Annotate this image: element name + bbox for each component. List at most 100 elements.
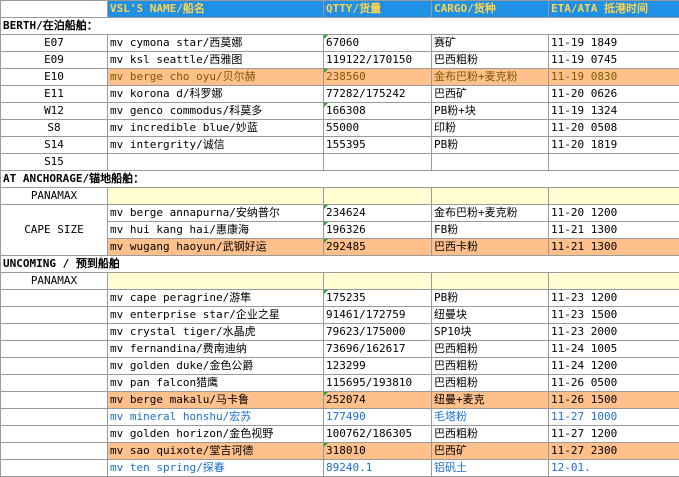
vessel-cell[interactable]: mv wugang haoyun/武钢好运 (108, 239, 324, 256)
vessel-cell[interactable] (108, 188, 324, 205)
cargo-cell[interactable]: 巴西粗粉 (432, 52, 549, 69)
cargo-cell[interactable]: 巴西粗粉 (432, 426, 549, 443)
cargo-cell[interactable] (432, 154, 549, 171)
quantity-cell[interactable]: 234624 (324, 205, 432, 222)
blank-cell[interactable] (1, 358, 108, 375)
quantity-cell[interactable]: 175235 (324, 290, 432, 307)
section-title-anchorage[interactable]: AT ANCHORAGE/锚地船舶： (1, 171, 324, 188)
berth-cell[interactable]: S14 (1, 137, 108, 154)
vessel-cell[interactable]: mv cape peragrine/游隼 (108, 290, 324, 307)
cargo-cell[interactable] (432, 188, 549, 205)
quantity-cell[interactable]: 238560 (324, 69, 432, 86)
blank-cell[interactable] (1, 443, 108, 460)
quantity-cell[interactable]: 115695/193810 (324, 375, 432, 392)
eta-cell[interactable]: 11-23 1500 (549, 307, 679, 324)
cargo-cell[interactable]: PB粉+块 (432, 103, 549, 120)
eta-cell[interactable]: 11-20 1819 (549, 137, 679, 154)
section-blank[interactable] (324, 171, 679, 188)
cargo-cell[interactable]: 巴西矿 (432, 443, 549, 460)
quantity-cell[interactable]: 177490 (324, 409, 432, 426)
eta-cell[interactable]: 11-19 0745 (549, 52, 679, 69)
eta-cell[interactable]: 11-23 2000 (549, 324, 679, 341)
eta-cell[interactable]: 11-20 0626 (549, 86, 679, 103)
berth-cell[interactable]: E07 (1, 35, 108, 52)
quantity-cell[interactable]: 123299 (324, 358, 432, 375)
cargo-cell[interactable]: 赛矿 (432, 35, 549, 52)
header-vessel-name[interactable]: VSL'S NAME/船名 (108, 1, 324, 18)
vessel-cell[interactable]: mv berge cho oyu/贝尔赫 (108, 69, 324, 86)
header-cell-blank[interactable] (1, 1, 108, 18)
vessel-cell[interactable]: mv ten spring/探春 (108, 460, 324, 477)
eta-cell[interactable]: 11-24 1200 (549, 358, 679, 375)
vessel-cell[interactable]: mv hui kang hai/惠康海 (108, 222, 324, 239)
vessel-class-panamax[interactable]: PANAMAX (1, 273, 108, 290)
eta-cell[interactable]: 11-19 1849 (549, 35, 679, 52)
blank-cell[interactable] (1, 392, 108, 409)
eta-cell[interactable]: 11-21 1300 (549, 239, 679, 256)
eta-cell[interactable]: 11-19 0830 (549, 69, 679, 86)
cargo-cell[interactable]: 纽曼+麦克 (432, 392, 549, 409)
eta-cell[interactable]: 11-27 1000 (549, 409, 679, 426)
blank-cell[interactable] (1, 460, 108, 477)
quantity-cell[interactable]: 73696/162617 (324, 341, 432, 358)
vessel-cell[interactable]: mv golden duke/金色公爵 (108, 358, 324, 375)
header-quantity[interactable]: QTTY/货量 (324, 1, 432, 18)
section-blank[interactable] (324, 18, 679, 35)
vessel-cell[interactable]: mv sao quixote/堂吉诃德 (108, 443, 324, 460)
blank-cell[interactable] (1, 426, 108, 443)
cargo-cell[interactable]: 巴西粗粉 (432, 358, 549, 375)
vessel-cell[interactable]: mv intergrity/诚信 (108, 137, 324, 154)
eta-cell[interactable]: 11-23 1200 (549, 290, 679, 307)
quantity-cell[interactable]: 89240.1 (324, 460, 432, 477)
berth-cell[interactable]: W12 (1, 103, 108, 120)
quantity-cell[interactable]: 100762/186305 (324, 426, 432, 443)
eta-cell[interactable] (549, 188, 679, 205)
cargo-cell[interactable]: SP10块 (432, 324, 549, 341)
header-eta[interactable]: ETA/ATA 抵港时间 (549, 1, 679, 18)
quantity-cell[interactable]: 79623/175000 (324, 324, 432, 341)
vessel-cell[interactable]: mv enterprise star/企业之星 (108, 307, 324, 324)
vessel-cell[interactable]: mv fernandina/费南迪纳 (108, 341, 324, 358)
eta-cell[interactable]: 11-19 1324 (549, 103, 679, 120)
blank-cell[interactable] (1, 409, 108, 426)
vessel-cell[interactable]: mv cymona star/西莫娜 (108, 35, 324, 52)
eta-cell[interactable]: 11-20 1200 (549, 205, 679, 222)
berth-cell[interactable]: E09 (1, 52, 108, 69)
vessel-cell[interactable]: mv berge annapurna/安纳普尔 (108, 205, 324, 222)
cargo-cell[interactable]: 铝矾土 (432, 460, 549, 477)
quantity-cell[interactable]: 252074 (324, 392, 432, 409)
eta-cell[interactable]: 11-26 0500 (549, 375, 679, 392)
section-title-berth[interactable]: BERTH/在泊船舶： (1, 18, 324, 35)
quantity-cell[interactable]: 166308 (324, 103, 432, 120)
blank-cell[interactable] (1, 290, 108, 307)
eta-cell[interactable] (549, 154, 679, 171)
vessel-cell[interactable]: mv mineral honshu/宏苏 (108, 409, 324, 426)
eta-cell[interactable]: 11-20 0508 (549, 120, 679, 137)
cargo-cell[interactable]: 金布巴粉+麦克粉 (432, 69, 549, 86)
cargo-cell[interactable] (432, 273, 549, 290)
blank-cell[interactable] (1, 324, 108, 341)
cargo-cell[interactable]: 毛塔粉 (432, 409, 549, 426)
blank-cell[interactable] (1, 307, 108, 324)
vessel-cell[interactable]: mv crystal tiger/水晶虎 (108, 324, 324, 341)
berth-cell[interactable]: S15 (1, 154, 108, 171)
quantity-cell[interactable] (324, 188, 432, 205)
vessel-cell[interactable] (108, 273, 324, 290)
berth-cell[interactable]: E10 (1, 69, 108, 86)
cargo-cell[interactable]: 印粉 (432, 120, 549, 137)
blank-cell[interactable] (1, 375, 108, 392)
vessel-cell[interactable]: mv pan falcon猎鹰 (108, 375, 324, 392)
eta-cell[interactable]: 11-27 2300 (549, 443, 679, 460)
eta-cell[interactable]: 11-21 1300 (549, 222, 679, 239)
cargo-cell[interactable]: 金布巴粉+麦克粉 (432, 205, 549, 222)
quantity-cell[interactable]: 155395 (324, 137, 432, 154)
vessel-class-cape-size[interactable]: CAPE SIZE (1, 205, 108, 256)
blank-cell[interactable] (1, 341, 108, 358)
cargo-cell[interactable]: 巴西矿 (432, 86, 549, 103)
quantity-cell[interactable]: 318010 (324, 443, 432, 460)
eta-cell[interactable]: 11-24 1005 (549, 341, 679, 358)
berth-cell[interactable]: E11 (1, 86, 108, 103)
quantity-cell[interactable]: 91461/172759 (324, 307, 432, 324)
quantity-cell[interactable]: 77282/175242 (324, 86, 432, 103)
quantity-cell[interactable]: 55000 (324, 120, 432, 137)
